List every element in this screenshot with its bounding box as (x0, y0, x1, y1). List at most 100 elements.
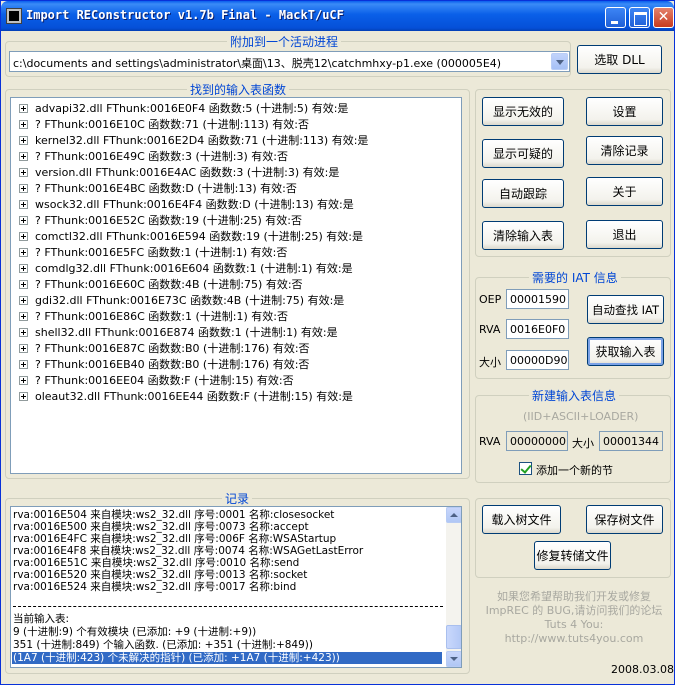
title-bar[interactable]: Import REConstructor v1.7b Final - MackT… (1, 1, 674, 31)
iat-rva-label: RVA (479, 323, 501, 336)
log-line[interactable]: rva:0016E4F8 来自模块:ws2_32.dll 序号:0074 名称:… (13, 545, 363, 557)
expand-plus-icon[interactable] (19, 104, 28, 113)
tree-item-label: ? FThunk:0016E52C 函数数:19 (十进制:25) 有效:否 (35, 214, 302, 227)
expand-plus-icon[interactable] (19, 248, 28, 257)
log-scrollbar[interactable] (446, 507, 461, 667)
credits-text: 如果您希望帮助我们开发或修复 ImpREC 的 BUG,请访问我们的论坛 Tut… (479, 590, 669, 646)
iat-size-label: 大小 (479, 356, 501, 369)
new-size-label: 大小 (572, 437, 594, 450)
release-date: 2008.03.08 (611, 663, 674, 676)
expand-plus-icon[interactable] (19, 232, 28, 241)
tree-item-label: ? FThunk:0016E87C 函数数:B0 (十进制:176) 有效:否 (35, 342, 310, 355)
clear-log-button[interactable]: 清除记录 (586, 136, 663, 165)
expand-plus-icon[interactable] (19, 264, 28, 273)
log-list[interactable]: rva:0016E504 来自模块:ws2_32.dll 序号:0001 名称:… (10, 506, 462, 668)
expand-plus-icon[interactable] (19, 168, 28, 177)
impre-window: Import REConstructor v1.7b Final - MackT… (0, 0, 675, 685)
save-tree-button[interactable]: 保存树文件 (586, 505, 663, 534)
log-line[interactable]: rva:0016E51C 来自模块:ws2_32.dll 序号:0010 名称:… (13, 557, 299, 569)
close-icon: ✕ (657, 9, 670, 25)
auto-trace-button[interactable]: 自动跟踪 (482, 179, 564, 208)
tree-item-label: comctl32.dll FThunk:0016E594 函数数:19 (十进制… (35, 230, 363, 243)
tree-item-label: gdi32.dll FThunk:0016E73C 函数数:4B (十进制:75… (35, 294, 345, 307)
clear-imports-button[interactable]: 清除输入表 (482, 221, 564, 250)
expand-plus-icon[interactable] (19, 200, 28, 209)
get-imports-button[interactable]: 获取输入表 (587, 337, 664, 366)
show-invalid-button[interactable]: 显示无效的 (482, 97, 564, 126)
log-line[interactable]: rva:0016E500 来自模块:ws2_32.dll 序号:0073 名称:… (13, 521, 309, 533)
process-path: c:\documents and settings\administrator\… (13, 57, 502, 70)
tree-item-label: shell32.dll FThunk:0016E874 函数数:1 (十进制:1… (35, 326, 338, 339)
log-line[interactable]: rva:0016E4FC 来自模块:ws2_32.dll 序号:006F 名称:… (13, 533, 336, 545)
expand-plus-icon[interactable] (19, 152, 28, 161)
expand-plus-icon[interactable] (19, 184, 28, 193)
credits-line: 如果您希望帮助我们开发或修复 (497, 590, 651, 603)
expand-plus-icon[interactable] (19, 296, 28, 305)
attach-group-title: 附加到一个活动进程 (227, 33, 342, 50)
credits-line: ImpREC 的 BUG,请访问我们的论坛 (485, 604, 663, 617)
log-line[interactable]: rva:0016E524 来自模块:ws2_32.dll 序号:0017 名称:… (13, 581, 296, 593)
log-summary-line: 351 (十进制:849) 个输入函数. (已添加: +351 (十进制:+84… (13, 639, 313, 651)
imports-tree[interactable]: advapi32.dll FThunk:0016E0F4 函数数:5 (十进制:… (10, 97, 462, 474)
tree-item-label: ? FThunk:0016E4BC 函数数:D (十进制:13) 有效:否 (35, 182, 297, 195)
log-selected-line[interactable]: (1A7 (十进制:423) 个未解决的指针) (已添加: +1A7 (十进制:… (12, 652, 442, 664)
fix-dump-button[interactable]: 修复转储文件 (534, 541, 611, 570)
expand-plus-icon[interactable] (19, 280, 28, 289)
show-suspect-button[interactable]: 显示可疑的 (482, 139, 564, 168)
new-rva-label: RVA (479, 435, 501, 448)
app-icon (6, 8, 22, 24)
expand-plus-icon[interactable] (19, 216, 28, 225)
iat-rva-field[interactable] (506, 319, 569, 339)
scroll-thumb[interactable] (446, 625, 461, 649)
tree-item-label: wsock32.dll FThunk:0016E4F4 函数数:D (十进制:1… (35, 198, 354, 211)
close-button[interactable]: ✕ (653, 7, 674, 28)
expand-plus-icon[interactable] (19, 328, 28, 337)
tree-item-label: ? FThunk:0016E86C 函数数:1 (十进制:1) 有效:否 (35, 310, 288, 323)
iat-size-field[interactable] (506, 350, 569, 370)
expand-plus-icon[interactable] (19, 360, 28, 369)
tree-item-label: ? FThunk:0016E5FC 函数数:1 (十进制:1) 有效:否 (35, 246, 288, 259)
iat-group-title: 需要的 IAT 信息 (529, 269, 621, 286)
minimize-button[interactable] (605, 7, 626, 28)
expand-plus-icon[interactable] (19, 376, 28, 385)
expand-plus-icon[interactable] (19, 392, 28, 401)
expand-plus-icon[interactable] (19, 312, 28, 321)
add-section-label: 添加一个新的节 (536, 464, 613, 477)
load-tree-button[interactable]: 载入树文件 (482, 505, 561, 534)
tree-item-label: ? FThunk:0016E10C 函数数:71 (十进制:113) 有效:否 (35, 118, 309, 131)
about-button[interactable]: 关于 (586, 177, 663, 206)
tree-item-label: advapi32.dll FThunk:0016E0F4 函数数:5 (十进制:… (35, 102, 349, 115)
iat-autosearch-button[interactable]: 自动查找 IAT (587, 295, 664, 324)
window-title: Import REConstructor v1.7b Final - MackT… (26, 8, 344, 22)
tree-item-label: ? FThunk:0016E49C 函数数:3 (十进制:3) 有效:否 (35, 150, 288, 163)
log-group-title: 记录 (222, 490, 253, 507)
log-current-label: 当前输入表: (13, 613, 70, 625)
tree-item-label: ? FThunk:0016EB40 函数数:B0 (十进制:176) 有效:否 (35, 358, 310, 371)
tree-item-label: comdlg32.dll FThunk:0016E604 函数数:1 (十进制:… (35, 262, 353, 275)
pick-dll-button[interactable]: 选取 DLL (577, 45, 662, 74)
credits-line: Tuts 4 You: http://www.tuts4you.com (504, 618, 644, 645)
tree-item-label: ? FThunk:0016EE04 函数数:F (十进制:15) 有效:否 (35, 374, 294, 387)
expand-plus-icon[interactable] (19, 120, 28, 129)
settings-button[interactable]: 设置 (586, 97, 663, 126)
scroll-up-icon[interactable] (446, 507, 461, 523)
expand-plus-icon[interactable] (19, 344, 28, 353)
expand-plus-icon[interactable] (19, 136, 28, 145)
new-rva-field[interactable] (506, 431, 568, 451)
new-import-subtitle: (IID+ASCII+LOADER) (523, 410, 639, 423)
new-import-group-title: 新建输入表信息 (529, 387, 620, 404)
log-line[interactable]: rva:0016E504 来自模块:ws2_32.dll 序号:0001 名称:… (13, 509, 334, 521)
tree-item-label: oleaut32.dll FThunk:0016EE44 函数数:F (十进制:… (35, 390, 353, 403)
log-separator (13, 606, 443, 607)
log-line[interactable]: rva:0016E520 来自模块:ws2_32.dll 序号:0013 名称:… (13, 569, 307, 581)
add-section-checkbox[interactable] (519, 462, 532, 475)
oep-label: OEP (479, 293, 502, 306)
exit-button[interactable]: 退出 (586, 220, 663, 249)
chevron-down-icon[interactable] (551, 53, 568, 70)
maximize-button[interactable] (629, 7, 650, 28)
new-size-field[interactable] (599, 431, 663, 451)
oep-field[interactable] (506, 289, 569, 309)
scroll-down-icon[interactable] (446, 651, 461, 667)
process-select[interactable]: c:\documents and settings\administrator\… (9, 51, 570, 72)
tree-item-label: ? FThunk:0016E60C 函数数:4B (十进制:75) 有效:否 (35, 278, 303, 291)
